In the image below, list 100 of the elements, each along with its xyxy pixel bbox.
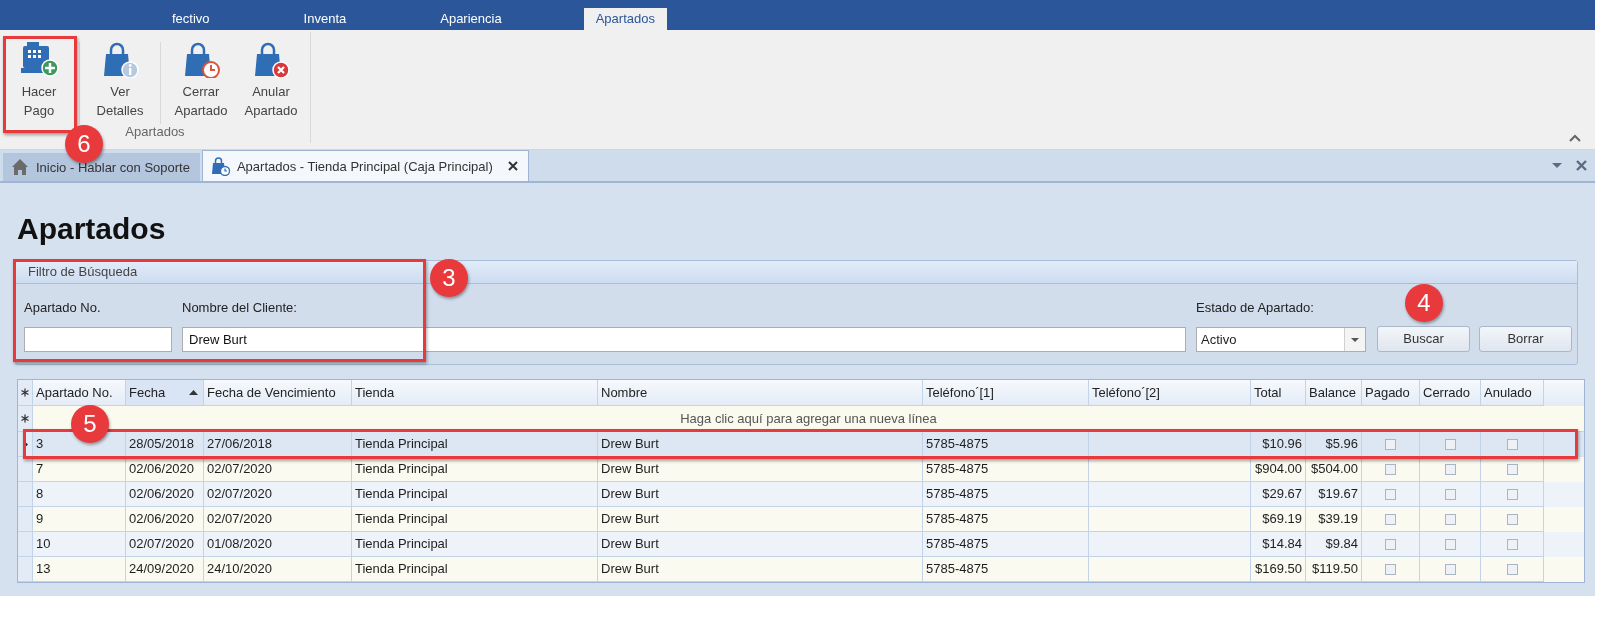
table-row[interactable]: 8 02/06/2020 02/07/2020 Tienda Principal Drew Burt 5785-4875 $29.67 $19.67	[18, 482, 1584, 507]
checkbox[interactable]	[1506, 463, 1518, 475]
table-cell: 5785-4875	[926, 536, 989, 551]
action-button[interactable]: Borrar	[1479, 326, 1572, 352]
input-field[interactable]	[24, 327, 172, 352]
table-cell: 5785-4875	[926, 511, 989, 526]
input-field[interactable]: Drew Burt	[182, 327, 1186, 352]
table-cell: $29.67	[1262, 486, 1302, 501]
ribbon-button[interactable]: Cerrar Apartado	[166, 36, 236, 122]
table-cell: Tienda Principal	[355, 436, 448, 451]
document-tab[interactable]: Inicio - Hablar con Soporte	[3, 153, 200, 181]
table-cell: Tienda Principal	[355, 536, 448, 551]
field-label: Nombre del Cliente:	[182, 300, 298, 316]
checkbox[interactable]	[1444, 488, 1456, 500]
row-header[interactable]	[18, 380, 33, 406]
table-cell: 9	[36, 511, 44, 526]
ribbon-tab[interactable]: Inventa	[291, 8, 359, 30]
table-cell: $119.50	[1311, 561, 1358, 576]
table-cell: Drew Burt	[601, 436, 659, 451]
table-cell: 5785-4875	[926, 486, 989, 501]
field-label: Estado de Apartado:	[1196, 300, 1315, 316]
table-cell: 10	[36, 536, 51, 551]
table-cell: 02/07/2020	[129, 536, 195, 551]
table-cell: 02/06/2020	[129, 461, 195, 476]
table-cell: 24/10/2020	[207, 561, 273, 576]
table-cell: 01/08/2020	[207, 536, 273, 551]
table-cell: $39.19	[1318, 511, 1358, 526]
table-row[interactable]: 9 02/06/2020 02/07/2020 Tienda Principal Drew Burt 5785-4875 $69.19 $39.19	[18, 507, 1584, 532]
asterisk-icon	[21, 388, 29, 397]
table-cell: $5.96	[1325, 436, 1358, 451]
checkbox[interactable]	[1506, 513, 1518, 525]
asterisk-icon	[21, 414, 29, 423]
bag-clock-icon	[210, 156, 230, 176]
ribbon-tab[interactable]: Apariencia	[428, 8, 514, 30]
ribbon-button[interactable]: Hacer Pago	[4, 36, 74, 122]
checkbox[interactable]	[1444, 438, 1456, 450]
table-cell: $169.50	[1255, 561, 1302, 576]
row-header[interactable]	[18, 406, 33, 432]
checkbox[interactable]	[1385, 513, 1396, 525]
table-cell: $904.00	[1255, 461, 1302, 476]
checkbox[interactable]	[1506, 488, 1518, 500]
checkbox[interactable]	[1444, 538, 1456, 550]
table-cell: 02/07/2020	[207, 461, 273, 476]
checkbox[interactable]	[1506, 438, 1518, 450]
table-cell: 24/09/2020	[129, 561, 195, 576]
checkbox[interactable]	[1444, 513, 1456, 525]
table-cell: 5785-4875	[926, 561, 989, 576]
checkbox[interactable]	[1385, 488, 1396, 500]
table-cell: $19.67	[1318, 486, 1358, 501]
table-cell: Drew Burt	[601, 511, 659, 526]
checkbox[interactable]	[1385, 563, 1396, 575]
collapse-icon[interactable]	[1569, 134, 1581, 143]
checkbox[interactable]	[1506, 563, 1518, 575]
caret-icon	[1351, 337, 1359, 342]
table-cell: Drew Burt	[601, 561, 659, 576]
new-row-hint[interactable]: Haga clic aquí para agregar una nueva línea	[680, 411, 937, 426]
ribbon-group-label: Apartados	[124, 124, 186, 141]
table-cell: 7	[36, 461, 44, 476]
table-cell: 02/06/2020	[129, 511, 195, 526]
ribbon-button[interactable]: Anular Apartado	[236, 36, 306, 122]
table-cell: 13	[36, 561, 51, 576]
table-row[interactable]: 7 02/06/2020 02/07/2020 Tienda Principal Drew Burt 5785-4875 $904.00 $504.00	[18, 457, 1584, 482]
checkbox[interactable]	[1385, 463, 1396, 475]
checkbox[interactable]	[1506, 538, 1518, 550]
document-tab[interactable]: Apartados - Tienda Principal (Caja Principal)	[201, 150, 529, 181]
table-cell: Drew Burt	[601, 461, 659, 476]
table-cell: Tienda Principal	[355, 561, 448, 576]
table-cell: $504.00	[1311, 461, 1358, 476]
field-label: Apartado No.	[24, 300, 102, 316]
cash-register-plus-icon	[19, 40, 59, 78]
table-cell: Tienda Principal	[355, 486, 448, 501]
table-cell: 02/07/2020	[207, 486, 273, 501]
page-title: Apartados	[16, 211, 167, 247]
table-cell: 5785-4875	[926, 436, 989, 451]
table-cell: $9.84	[1325, 536, 1358, 551]
checkbox[interactable]	[1385, 438, 1396, 450]
checkbox[interactable]	[1444, 463, 1456, 475]
table-cell: Tienda Principal	[355, 511, 448, 526]
sort-arrow-icon	[189, 390, 198, 395]
table-cell: Drew Burt	[601, 536, 659, 551]
table-cell: Tienda Principal	[355, 461, 448, 476]
checkbox[interactable]	[1385, 538, 1396, 550]
table-row[interactable]: 13 24/09/2020 24/10/2020 Tienda Principal Drew Burt 5785-4875 $169.50 $119.50	[18, 557, 1584, 582]
column-header[interactable]: Fecha	[126, 380, 204, 406]
dropdown-icon[interactable]	[1552, 163, 1562, 168]
table-cell: Drew Burt	[601, 486, 659, 501]
status-dropdown[interactable]: Activo	[1196, 327, 1366, 352]
ribbon-tab[interactable]: Apartados	[583, 8, 667, 30]
ribbon-button[interactable]: Ver Detalles	[85, 36, 155, 122]
table-cell: 27/06/2018	[207, 436, 273, 451]
table-cell: 02/06/2020	[129, 486, 195, 501]
row-header[interactable]	[18, 457, 33, 482]
checkbox[interactable]	[1444, 563, 1456, 575]
table-cell: $14.84	[1262, 536, 1302, 551]
close-icon[interactable]	[507, 161, 518, 171]
table-cell: 8	[36, 486, 44, 501]
action-button[interactable]: Buscar	[1377, 326, 1470, 352]
table-row[interactable]: 10 02/07/2020 01/08/2020 Tienda Principal Drew Burt 5785-4875 $14.84 $9.84	[18, 532, 1584, 557]
home-icon	[11, 158, 29, 176]
ribbon-tab[interactable]: fectivo	[160, 8, 222, 30]
